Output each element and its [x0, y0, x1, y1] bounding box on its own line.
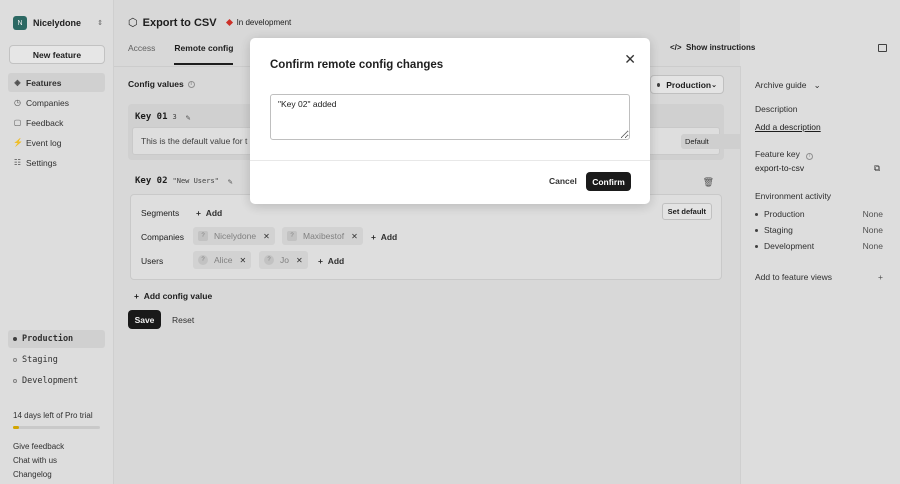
- confirm-button[interactable]: Confirm: [586, 172, 631, 191]
- dialog-title: Confirm remote config changes: [270, 59, 444, 71]
- dialog-divider: [250, 160, 650, 161]
- cancel-button[interactable]: Cancel: [549, 176, 577, 186]
- close-icon[interactable]: ✕: [624, 51, 636, 68]
- confirm-dialog: Confirm remote config changes ✕ Cancel C…: [250, 38, 650, 204]
- change-summary-textarea[interactable]: [270, 94, 630, 140]
